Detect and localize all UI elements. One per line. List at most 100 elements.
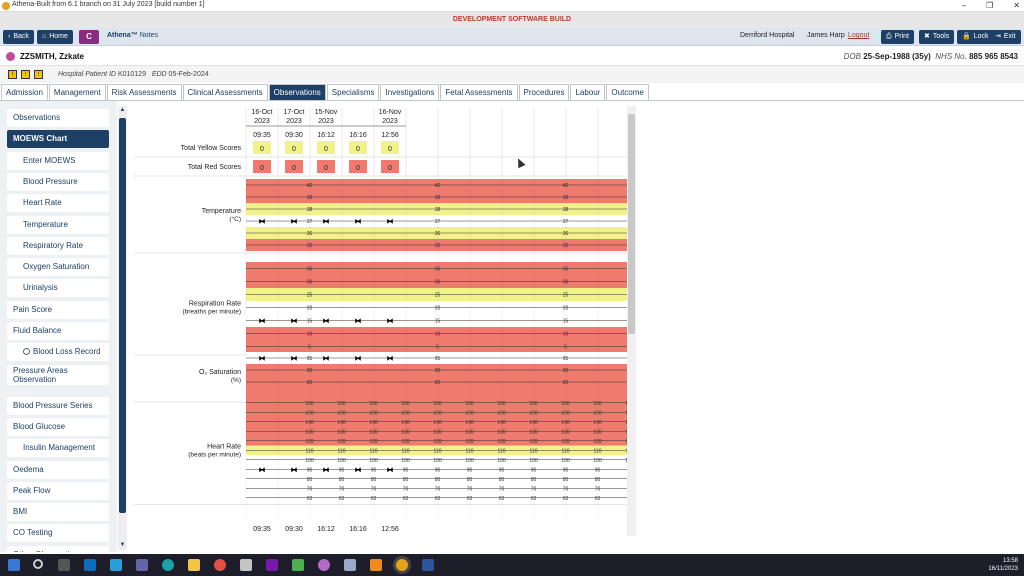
tab-fetal-assessments[interactable]: Fetal Assessments [440,84,518,100]
tab-clinical-assessments[interactable]: Clinical Assessments [182,84,268,100]
tab-investigations[interactable]: Investigations [380,84,440,100]
windows-start-icon[interactable] [8,559,20,571]
heart-tick-label: 140 [305,420,314,426]
heart-tick-label: 120 [465,439,474,445]
heart-tick-label: 110 [306,448,314,454]
sidebar-item-observations[interactable]: Observations [7,109,109,127]
heart-tick-label: 130 [529,429,538,435]
outlook-icon[interactable] [84,559,96,571]
task-view-icon[interactable] [58,559,70,571]
sidebar-item-enter-moews[interactable]: Enter MOEWS [7,151,109,170]
search-icon[interactable] [33,559,43,569]
sidebar-item-label: Urinalysis [23,283,58,293]
sidebar-item-peak-flow[interactable]: Peak Flow [7,481,109,500]
heart-tick-label: 160 [561,401,570,407]
exit-label: Exit [1003,33,1016,40]
respiration-tick-label: 5 [436,345,439,351]
sidebar-item-respiratory-rate[interactable]: Respiratory Rate [7,236,109,255]
heart-tick-label: 110 [402,448,410,454]
sidebar-item-bmi[interactable]: BMI [7,503,109,522]
sidebar-scrollbar[interactable]: ▲ ▼ [118,106,127,550]
sidebar-item-co-testing[interactable]: CO Testing [7,524,109,543]
word-icon[interactable] [422,559,434,571]
chrome-icon[interactable] [214,559,226,571]
sidebar-item-pain-score[interactable]: Pain Score [7,300,109,319]
sidebar-item-oedema[interactable]: Oedema [7,460,109,479]
chart-scrollbar[interactable] [627,106,636,536]
heart-tick-label: 80 [339,477,345,483]
tab-admission[interactable]: Admission [1,84,48,100]
sidebar-item-heart-rate[interactable]: Heart Rate [7,194,109,213]
app-icon-purple[interactable] [318,559,330,571]
sidebar-item-moews-chart[interactable]: MOEWS Chart [7,130,109,149]
temperature-tick-label: 36 [435,231,441,237]
sidebar-item-temperature[interactable]: Temperature [7,215,109,234]
app-icon-grey[interactable] [240,559,252,571]
sidebar-item-blood-pressure-series[interactable]: Blood Pressure Series [7,396,109,415]
alert-badge-icon[interactable]: ! [8,70,17,79]
tab-specialisms[interactable]: Specialisms [326,84,380,100]
tab-observations[interactable]: Observations [268,84,326,100]
back-button[interactable]: ‹ Back [3,30,34,44]
app-icon-doc[interactable] [344,559,356,571]
heart-tick-label: 110 [370,448,378,454]
scroll-up-icon[interactable]: ▲ [118,106,127,115]
respiration-tick-label: 35 [307,267,313,273]
heart-tick-label: 150 [369,410,378,416]
restore-button[interactable]: ❐ [986,0,993,12]
exit-button[interactable]: ⇥ Exit [990,30,1021,44]
file-explorer-icon[interactable] [188,559,200,571]
sidebar-item-pressure-areas-observation[interactable]: Pressure Areas Observation [7,364,109,385]
alert-badge-icon[interactable]: ! [34,70,43,79]
heart-tick-label: 70 [595,486,601,492]
heart-tick-label: 120 [433,439,442,445]
edge-icon[interactable] [162,559,174,571]
tools-button[interactable]: ✖ Tools [919,30,955,44]
print-label: Print [894,33,910,40]
column-time: 09:30 [285,132,303,139]
c-button[interactable]: C [79,30,99,44]
chart-scroll-thumb[interactable] [628,114,635,334]
scroll-down-icon[interactable]: ▼ [118,541,127,550]
tab-risk-assessments[interactable]: Risk Assessments [106,84,182,100]
chevron-left-icon: ‹ [8,33,11,40]
minimize-button[interactable]: – [962,0,966,12]
logout-link[interactable]: Logout [848,32,869,39]
tab-management[interactable]: Management [48,84,106,100]
o2-marker: ⧓ [291,356,298,363]
print-button[interactable]: ⎙ Print [881,30,915,44]
temperature-tick-label: 38 [435,207,441,213]
home-button[interactable]: ⌂ Home [37,30,73,44]
sidebar-item-other-observations[interactable]: Other Observations [7,545,109,552]
teams-icon[interactable] [136,559,148,571]
tab-procedures[interactable]: Procedures [518,84,570,100]
taskbar: 13:58 16/11/2023 [0,554,1024,576]
sidebar-item-blood-pressure[interactable]: Blood Pressure [7,172,109,191]
vlc-icon[interactable] [370,559,382,571]
sidebar-item-insulin-management[interactable]: Insulin Management [7,439,109,458]
tab-labour[interactable]: Labour [570,84,606,100]
sidebar-item-urinalysis[interactable]: Urinalysis [7,279,109,298]
flower-icon [6,52,15,61]
sidebar-item-blood-loss-record[interactable]: Blood Loss Record [7,343,109,362]
yellow-score-value: 0 [356,146,360,153]
tab-outcome[interactable]: Outcome [606,84,649,100]
dob-value: 25-Sep-1988 (35y) [863,52,931,61]
athena-taskbar-icon[interactable] [396,559,408,571]
yellow-scores-label: Total Yellow Scores [181,145,242,152]
onenote-icon[interactable] [266,559,278,571]
lock-button[interactable]: 🔒 Lock [957,30,994,44]
heart-tick-label: 150 [497,410,506,416]
sidebar-item-oxygen-saturation[interactable]: Oxygen Saturation [7,258,109,277]
heart-tick-label: 130 [593,429,602,435]
alert-badge-icon[interactable]: ! [21,70,30,79]
sidebar-item-blood-glucose[interactable]: Blood Glucose [7,417,109,436]
dob-label: DOB [843,52,861,61]
app-icon-blue[interactable] [110,559,122,571]
sidebar-item-fluid-balance[interactable]: Fluid Balance [7,322,109,340]
sidebar-scroll-thumb[interactable] [119,118,126,513]
radio-icon[interactable] [23,348,30,356]
heart-tick-label: 140 [529,420,538,426]
app-icon-green[interactable] [292,559,304,571]
close-button[interactable]: ✕ [1013,0,1020,12]
